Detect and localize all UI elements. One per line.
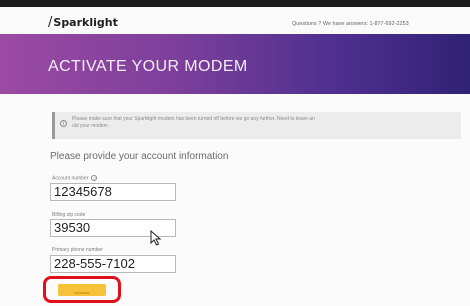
logo-text: Sparklight — [53, 16, 118, 29]
page-banner: ACTIVATE YOUR MODEM — [0, 34, 470, 94]
phone-label: Primary phone number — [52, 247, 103, 253]
mouse-cursor-icon — [150, 230, 162, 246]
info-icon: i — [60, 120, 67, 127]
contact-info: Questions ? We have answers: 1-877-692-2… — [292, 21, 409, 27]
notice-box: i Please make sure that your Sparklight … — [52, 112, 461, 139]
site-header: /Sparklight Questions ? We have answers:… — [0, 7, 470, 34]
account-number-field[interactable]: 12345678 — [50, 183, 176, 201]
zip-code-label: Billing zip code — [52, 212, 86, 218]
phone-field[interactable]: 228-555-7102 — [50, 255, 176, 273]
sparklight-logo[interactable]: /Sparklight — [48, 15, 118, 31]
account-number-label-text: Account number — [52, 175, 89, 182]
account-number-label: Account number? — [52, 175, 98, 182]
page-title: ACTIVATE YOUR MODEM — [48, 58, 248, 75]
highlight-ring — [43, 276, 121, 303]
form-heading: Please provide your account information — [50, 151, 229, 162]
notice-text: Please make sure that your Sparklight mo… — [72, 116, 315, 129]
top-bar — [0, 0, 470, 7]
help-icon[interactable]: ? — [91, 175, 98, 181]
